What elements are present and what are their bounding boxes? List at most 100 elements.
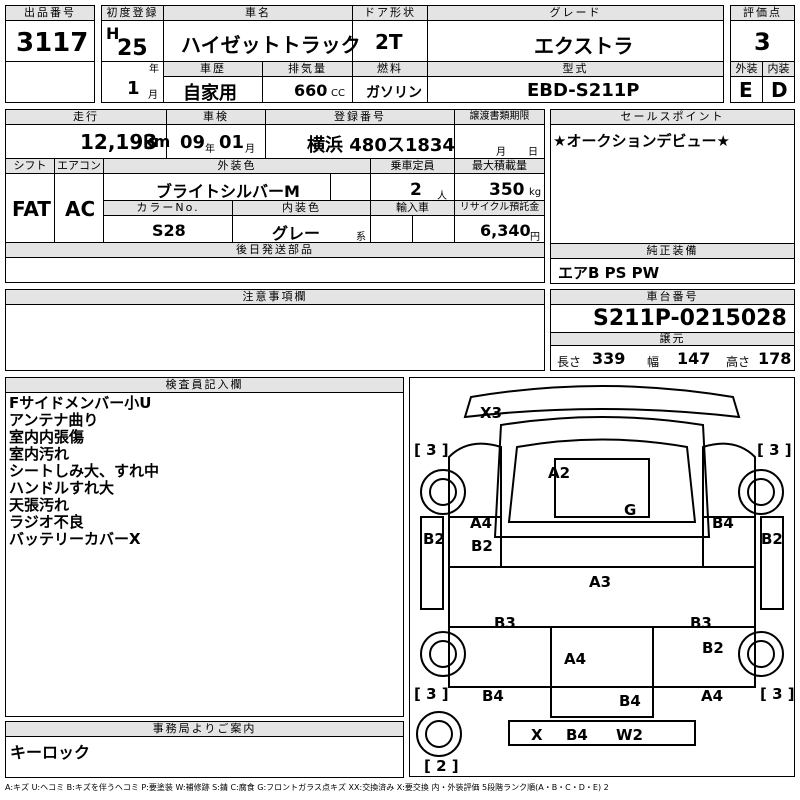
mark-left-sill: B3 — [494, 614, 516, 632]
mark-left-front-door: A4 — [470, 514, 493, 532]
history-label: 車歴 — [163, 61, 263, 77]
deadline-label: 譲渡書類期限 — [454, 109, 545, 125]
deadline-month-unit: 月 — [496, 147, 506, 158]
mark-right-front-door: B4 — [712, 514, 734, 532]
grade-label: グレード — [427, 5, 724, 21]
interior-color-label: 内装色 — [232, 200, 371, 216]
max-load-unit: kg — [529, 187, 542, 198]
lot-no: 3117 — [16, 28, 89, 58]
mark-left-rear: B4 — [482, 687, 504, 705]
length-label: 長さ — [557, 355, 582, 369]
later-parts-cell — [5, 257, 545, 283]
front-bumper-shape — [463, 385, 741, 419]
insp-month-unit: 月 — [245, 144, 255, 155]
body-color: ブライトシルバーM — [156, 182, 300, 201]
insp-year: 09 — [180, 132, 206, 153]
inspector-note-item: 天張汚れ — [9, 496, 70, 514]
body-color-extra — [330, 173, 371, 201]
aircon-label: エアコン — [54, 158, 104, 174]
mark-bed-floor: A4 — [564, 650, 587, 668]
office-notice-label: 事務局よりご案内 — [5, 721, 404, 737]
displacement-label: 排気量 — [262, 61, 353, 77]
caution-cell — [5, 304, 545, 371]
capacity: 2 — [410, 180, 422, 200]
insp-year-unit: 年 — [205, 144, 215, 155]
color-no: S28 — [152, 221, 186, 240]
import-cell-b — [412, 215, 455, 243]
score-label: 評価点 — [730, 5, 795, 21]
tire-rear-left-grade: [ 3 ] — [414, 685, 449, 703]
inspection-label: 車検 — [166, 109, 266, 125]
chassis-no: S211P-0215028 — [593, 306, 787, 331]
model-code-label: 型式 — [427, 61, 724, 77]
length: 339 — [592, 349, 626, 368]
cab-outline — [493, 416, 711, 538]
lot-no-blank — [5, 61, 95, 103]
import-cell-a — [370, 215, 413, 243]
tire-rear-left — [420, 631, 466, 677]
car-name-label: 車名 — [163, 5, 353, 21]
damage-legend: A:キズ U:ヘコミ B:キズを伴うヘコミ P:要塗装 W:補修跡 S:錆 C:… — [5, 783, 609, 792]
capacity-label: 乗車定員 — [370, 158, 455, 174]
right-front-fender — [702, 442, 756, 518]
fuel: ガソリン — [366, 85, 422, 101]
interior-label: 内装 — [762, 61, 795, 77]
grade: エクストラ — [534, 34, 634, 58]
car-name: ハイゼットトラック — [181, 33, 361, 57]
mark-right-rear: B2 — [702, 639, 724, 657]
reg-year: 25 — [117, 36, 148, 61]
exterior-score: E — [739, 78, 753, 102]
tire-spare-grade: [ 2 ] — [424, 757, 459, 775]
history: 自家用 — [183, 83, 237, 104]
recycle-unit: 円 — [530, 232, 540, 243]
tire-front-left-grade: [ 3 ] — [414, 441, 449, 459]
recycle: 6,340 — [480, 221, 531, 240]
mark-left-front-door-2: B2 — [471, 537, 493, 555]
reg-month-unit: 月 — [148, 90, 158, 101]
mileage-label: 走行 — [5, 109, 167, 125]
insp-month: 01 — [219, 132, 245, 153]
interior-score: D — [771, 78, 788, 102]
inspector-note-item: アンテナ曲り — [9, 411, 99, 429]
interior-color-suffix: 系 — [356, 232, 366, 243]
sales-point: ★オークションデビュー★ — [553, 132, 730, 150]
mark-cab-roof: A3 — [589, 573, 612, 591]
inspector-note-item: 室内汚れ — [9, 445, 70, 463]
mark-rear-b4: B4 — [566, 726, 588, 744]
caution-label: 注意事項欄 — [5, 289, 545, 305]
fuel-label: 燃料 — [352, 61, 428, 77]
width: 147 — [677, 349, 711, 368]
mark-front-bumper: X3 — [480, 404, 503, 422]
office-notice: キーロック — [10, 743, 91, 762]
max-load-label: 最大積載量 — [454, 158, 545, 174]
mark-right-rear-2: A4 — [701, 687, 724, 705]
windshield-shape — [507, 438, 697, 523]
mark-windshield: G — [624, 501, 637, 519]
displacement: 660 — [294, 81, 328, 100]
prev-owner-label: 譲元 — [550, 332, 795, 346]
inspector-notes-label: 検査員記入欄 — [5, 377, 404, 393]
inspector-note-item: バッテリーカバーX — [9, 530, 141, 548]
height-label: 高さ — [726, 355, 751, 369]
inspector-note-item: ハンドルすれ大 — [9, 479, 115, 497]
tire-front-right-grade: [ 3 ] — [757, 441, 792, 459]
score: 3 — [754, 28, 771, 56]
deadline-day-unit: 日 — [528, 147, 538, 158]
genuine-equip: エアB PS PW — [558, 264, 660, 282]
mark-rear-x: X — [531, 726, 543, 744]
aircon: AC — [65, 197, 96, 221]
tire-front-right — [738, 469, 784, 515]
tire-spare — [416, 711, 462, 757]
inspector-note-item: シートしみ大、すれ中 — [9, 462, 160, 480]
lot-no-label: 出品番号 — [5, 5, 95, 21]
mark-right-sill: B3 — [690, 614, 712, 632]
width-label: 幅 — [647, 355, 660, 369]
exterior-label: 外装 — [730, 61, 763, 77]
door-type: 2T — [375, 30, 403, 54]
import-label: 輸入車 — [370, 200, 455, 216]
color-no-label: カラーNo. — [103, 200, 233, 216]
door-label: ドア形状 — [352, 5, 428, 21]
max-load: 350 — [489, 180, 525, 200]
body-color-label: 外装色 — [103, 158, 371, 174]
interior-color: グレー — [272, 224, 321, 243]
